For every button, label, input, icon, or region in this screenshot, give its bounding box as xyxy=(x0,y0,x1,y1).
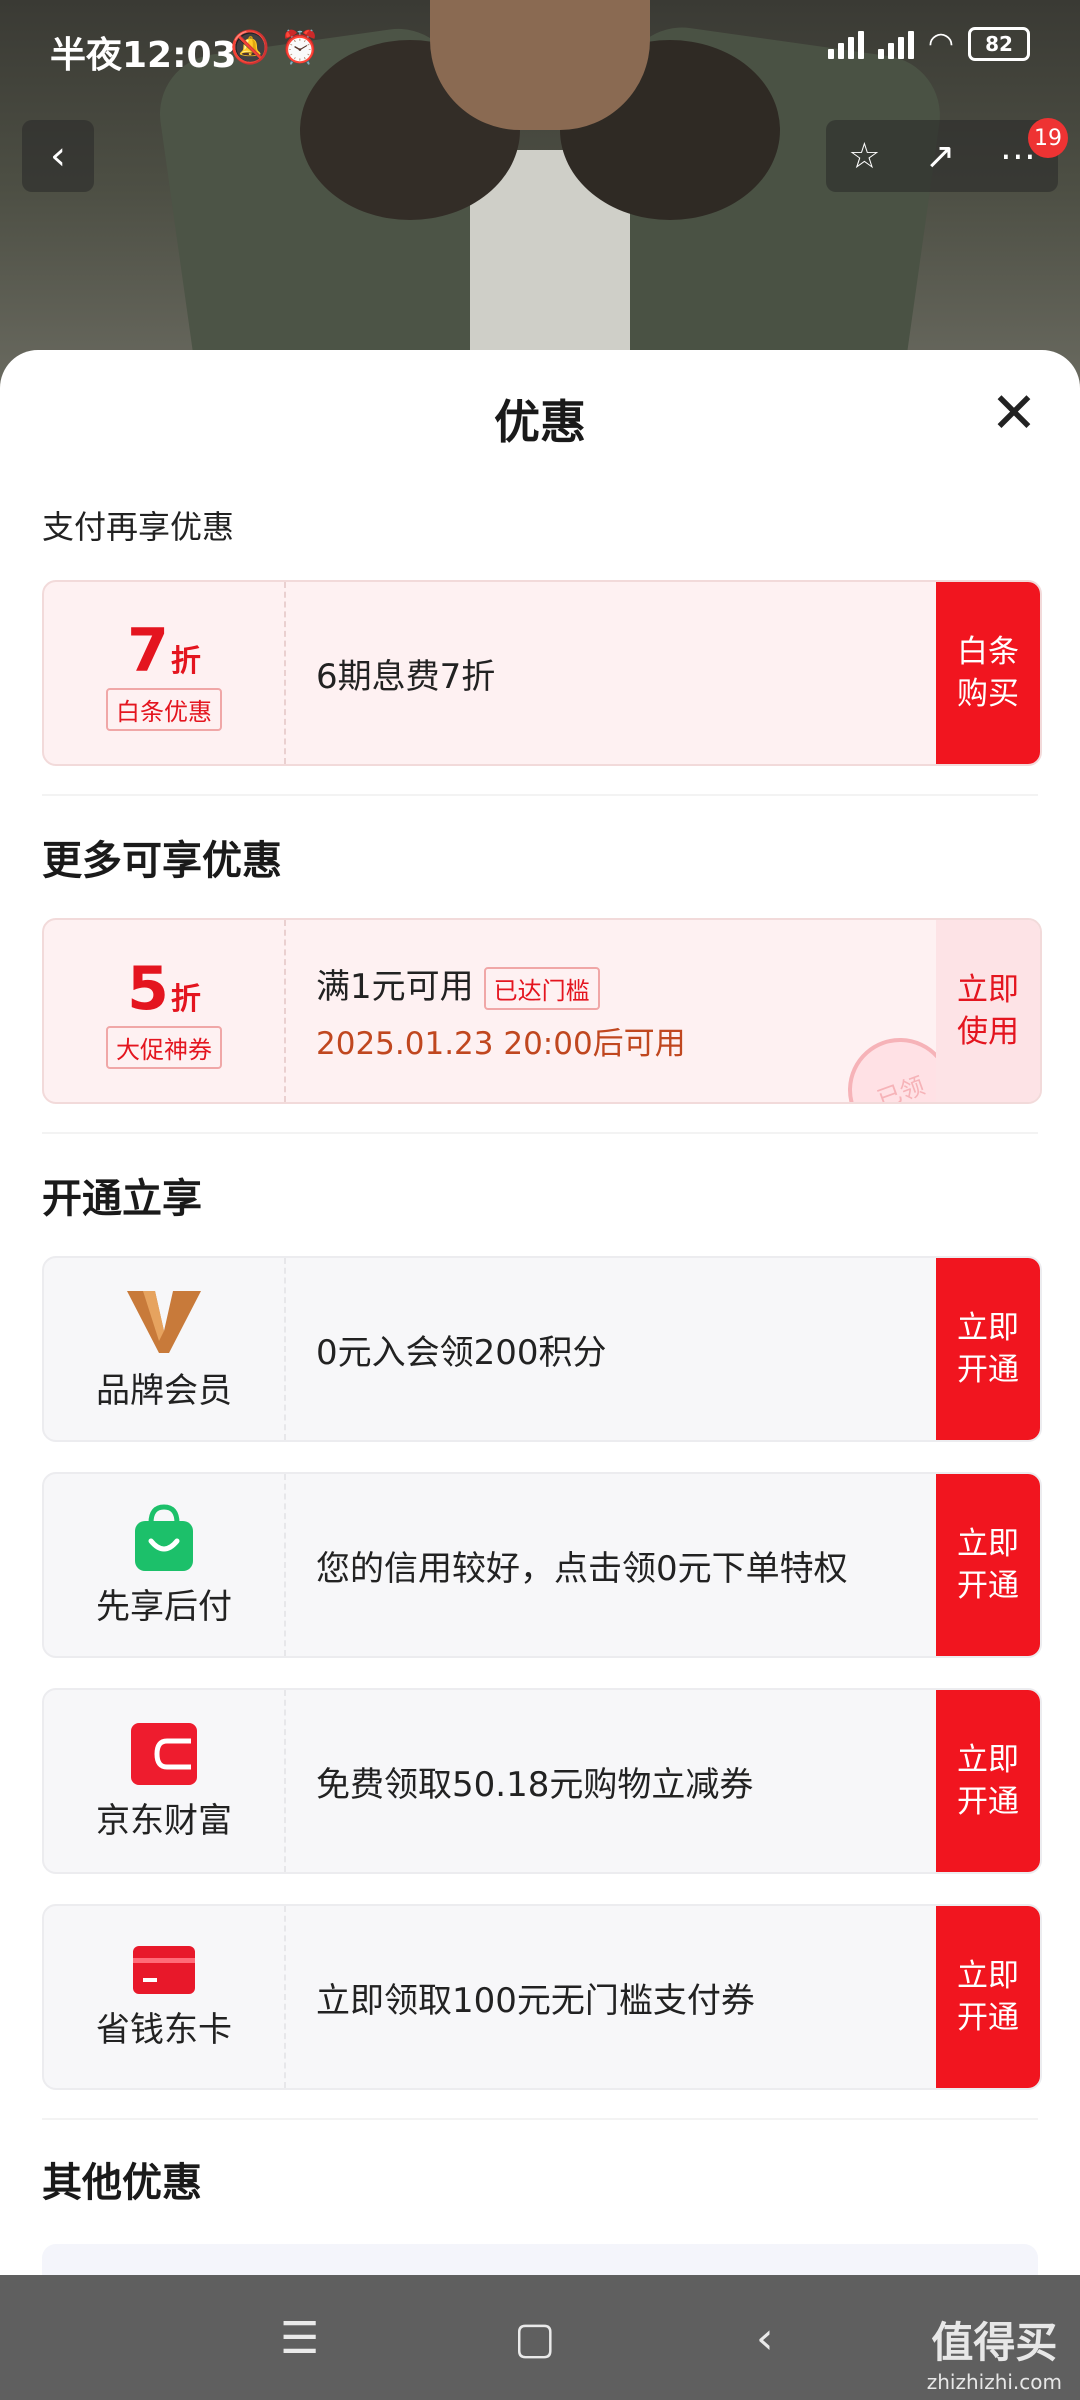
notification-badge: 19 xyxy=(1028,118,1068,158)
card-description: 0元入会领200积分 xyxy=(316,1332,607,1373)
watermark-sub: zhizhizhi.com xyxy=(926,2370,1062,2394)
signal-hd-icon xyxy=(877,29,914,59)
coupon-valid-date: 2025.01.23 20:00后可用 xyxy=(316,1026,686,1062)
button-label: 立即 开通 xyxy=(957,1310,1019,1388)
pay-later-card[interactable]: 先享后付 您的信用较好，点击领0元下单特权 立即 开通 xyxy=(42,1472,1042,1658)
back-button[interactable]: ‹ xyxy=(22,120,94,192)
status-time: 半夜12:03 xyxy=(50,35,237,76)
button-label: 立即 开通 xyxy=(957,1742,1019,1820)
card-description: 您的信用较好，点击领0元下单特权 xyxy=(316,1548,848,1589)
discount-unit: 折 xyxy=(170,643,201,679)
coupon-unit: 折 xyxy=(170,981,201,1017)
pay-section-title: 支付再享优惠 xyxy=(42,508,235,546)
top-actions: ☆ ↗ ⋯ xyxy=(826,120,1058,192)
signal-icon xyxy=(827,29,864,59)
use-coupon-button[interactable]: 立即 使用 xyxy=(936,920,1040,1102)
open-saving-card-button[interactable]: 立即 开通 xyxy=(936,1906,1040,2088)
brand-name: 京东财富 xyxy=(96,1800,232,1841)
brand-name: 省钱东卡 xyxy=(96,2009,232,2050)
card-description: 免费领取50.18元购物立减券 xyxy=(316,1764,754,1805)
other-offer-card[interactable] xyxy=(42,2244,1038,2275)
status-icons: 🔕 ⏰ xyxy=(230,28,320,66)
shopping-bag-icon xyxy=(135,1503,193,1571)
sheet-title: 优惠 xyxy=(494,395,586,449)
discount-sheet: 优惠 ✕ 支付再享优惠 7折 白条优惠 6期息费7折 白条 购买 更多可享优惠 … xyxy=(0,350,1080,2275)
open-member-button[interactable]: 立即 开通 xyxy=(936,1258,1040,1440)
jd-finance-card[interactable]: 京东财富 免费领取50.18元购物立减券 立即 开通 xyxy=(42,1688,1042,1874)
divider xyxy=(42,1132,1038,1134)
menu-icon[interactable]: ☰ xyxy=(280,2313,319,2364)
wifi-icon: ◠ xyxy=(927,26,954,61)
brand-name: 品牌会员 xyxy=(96,1370,232,1411)
divider xyxy=(42,794,1038,796)
other-section-title: 其他优惠 xyxy=(42,2160,202,2206)
open-pay-later-button[interactable]: 立即 开通 xyxy=(936,1474,1040,1656)
more-section-title: 更多可享优惠 xyxy=(42,838,282,884)
brand-member-card[interactable]: 品牌会员 0元入会领200积分 立即 开通 xyxy=(42,1256,1042,1442)
battery-indicator: 82 xyxy=(968,26,1030,61)
open-section-title: 开通立享 xyxy=(42,1176,202,1222)
favorite-star-icon[interactable]: ☆ xyxy=(848,136,880,177)
card-description: 6期息费7折 xyxy=(316,656,496,697)
baitiao-buy-button[interactable]: 白条 购买 xyxy=(936,582,1040,764)
open-finance-button[interactable]: 立即 开通 xyxy=(936,1690,1040,1872)
close-icon[interactable]: ✕ xyxy=(984,386,1044,446)
button-label: 立即 开通 xyxy=(957,1958,1019,2036)
coupon-value: 5 xyxy=(127,953,169,1024)
back-nav-icon[interactable]: ‹ xyxy=(756,2313,774,2364)
saving-card[interactable]: 省钱东卡 立即领取100元无门槛支付券 立即 开通 xyxy=(42,1904,1042,2090)
card-icon xyxy=(133,1945,195,1994)
status-bar: 半夜12:03 🔕 ⏰ ◠ 82 xyxy=(0,0,1080,100)
brand-name: 先享后付 xyxy=(96,1586,232,1627)
button-label: 白条 购买 xyxy=(957,634,1019,712)
system-navigation-bar: ☰ ▢ ‹ 值得买 zhizhizhi.com xyxy=(0,2275,1080,2400)
wallet-icon xyxy=(131,1722,197,1785)
watermark-main: 值得买 xyxy=(931,2318,1058,2367)
coupon-status-badge: 已达门槛 xyxy=(483,967,600,1010)
coupon-tag: 大促神券 xyxy=(106,1025,222,1069)
button-label: 立即 开通 xyxy=(957,1526,1019,1604)
v-logo-icon xyxy=(127,1290,201,1353)
button-label: 立即 使用 xyxy=(957,972,1019,1050)
watermark: 值得买 zhizhizhi.com xyxy=(927,2309,1062,2394)
divider xyxy=(42,2118,1038,2120)
card-description: 立即领取100元无门槛支付券 xyxy=(316,1980,755,2021)
baitiao-card[interactable]: 7折 白条优惠 6期息费7折 白条 购买 xyxy=(42,580,1042,766)
share-icon[interactable]: ↗ xyxy=(925,136,955,177)
discount-tag: 白条优惠 xyxy=(106,687,222,731)
coupon-card[interactable]: 5折 大促神券 满1元可用 已达门槛 2025.01.23 20:00后可用 已领… xyxy=(42,918,1042,1104)
coupon-condition: 满1元可用 xyxy=(316,967,474,1007)
home-icon[interactable]: ▢ xyxy=(514,2313,556,2364)
discount-value: 7 xyxy=(127,615,169,686)
